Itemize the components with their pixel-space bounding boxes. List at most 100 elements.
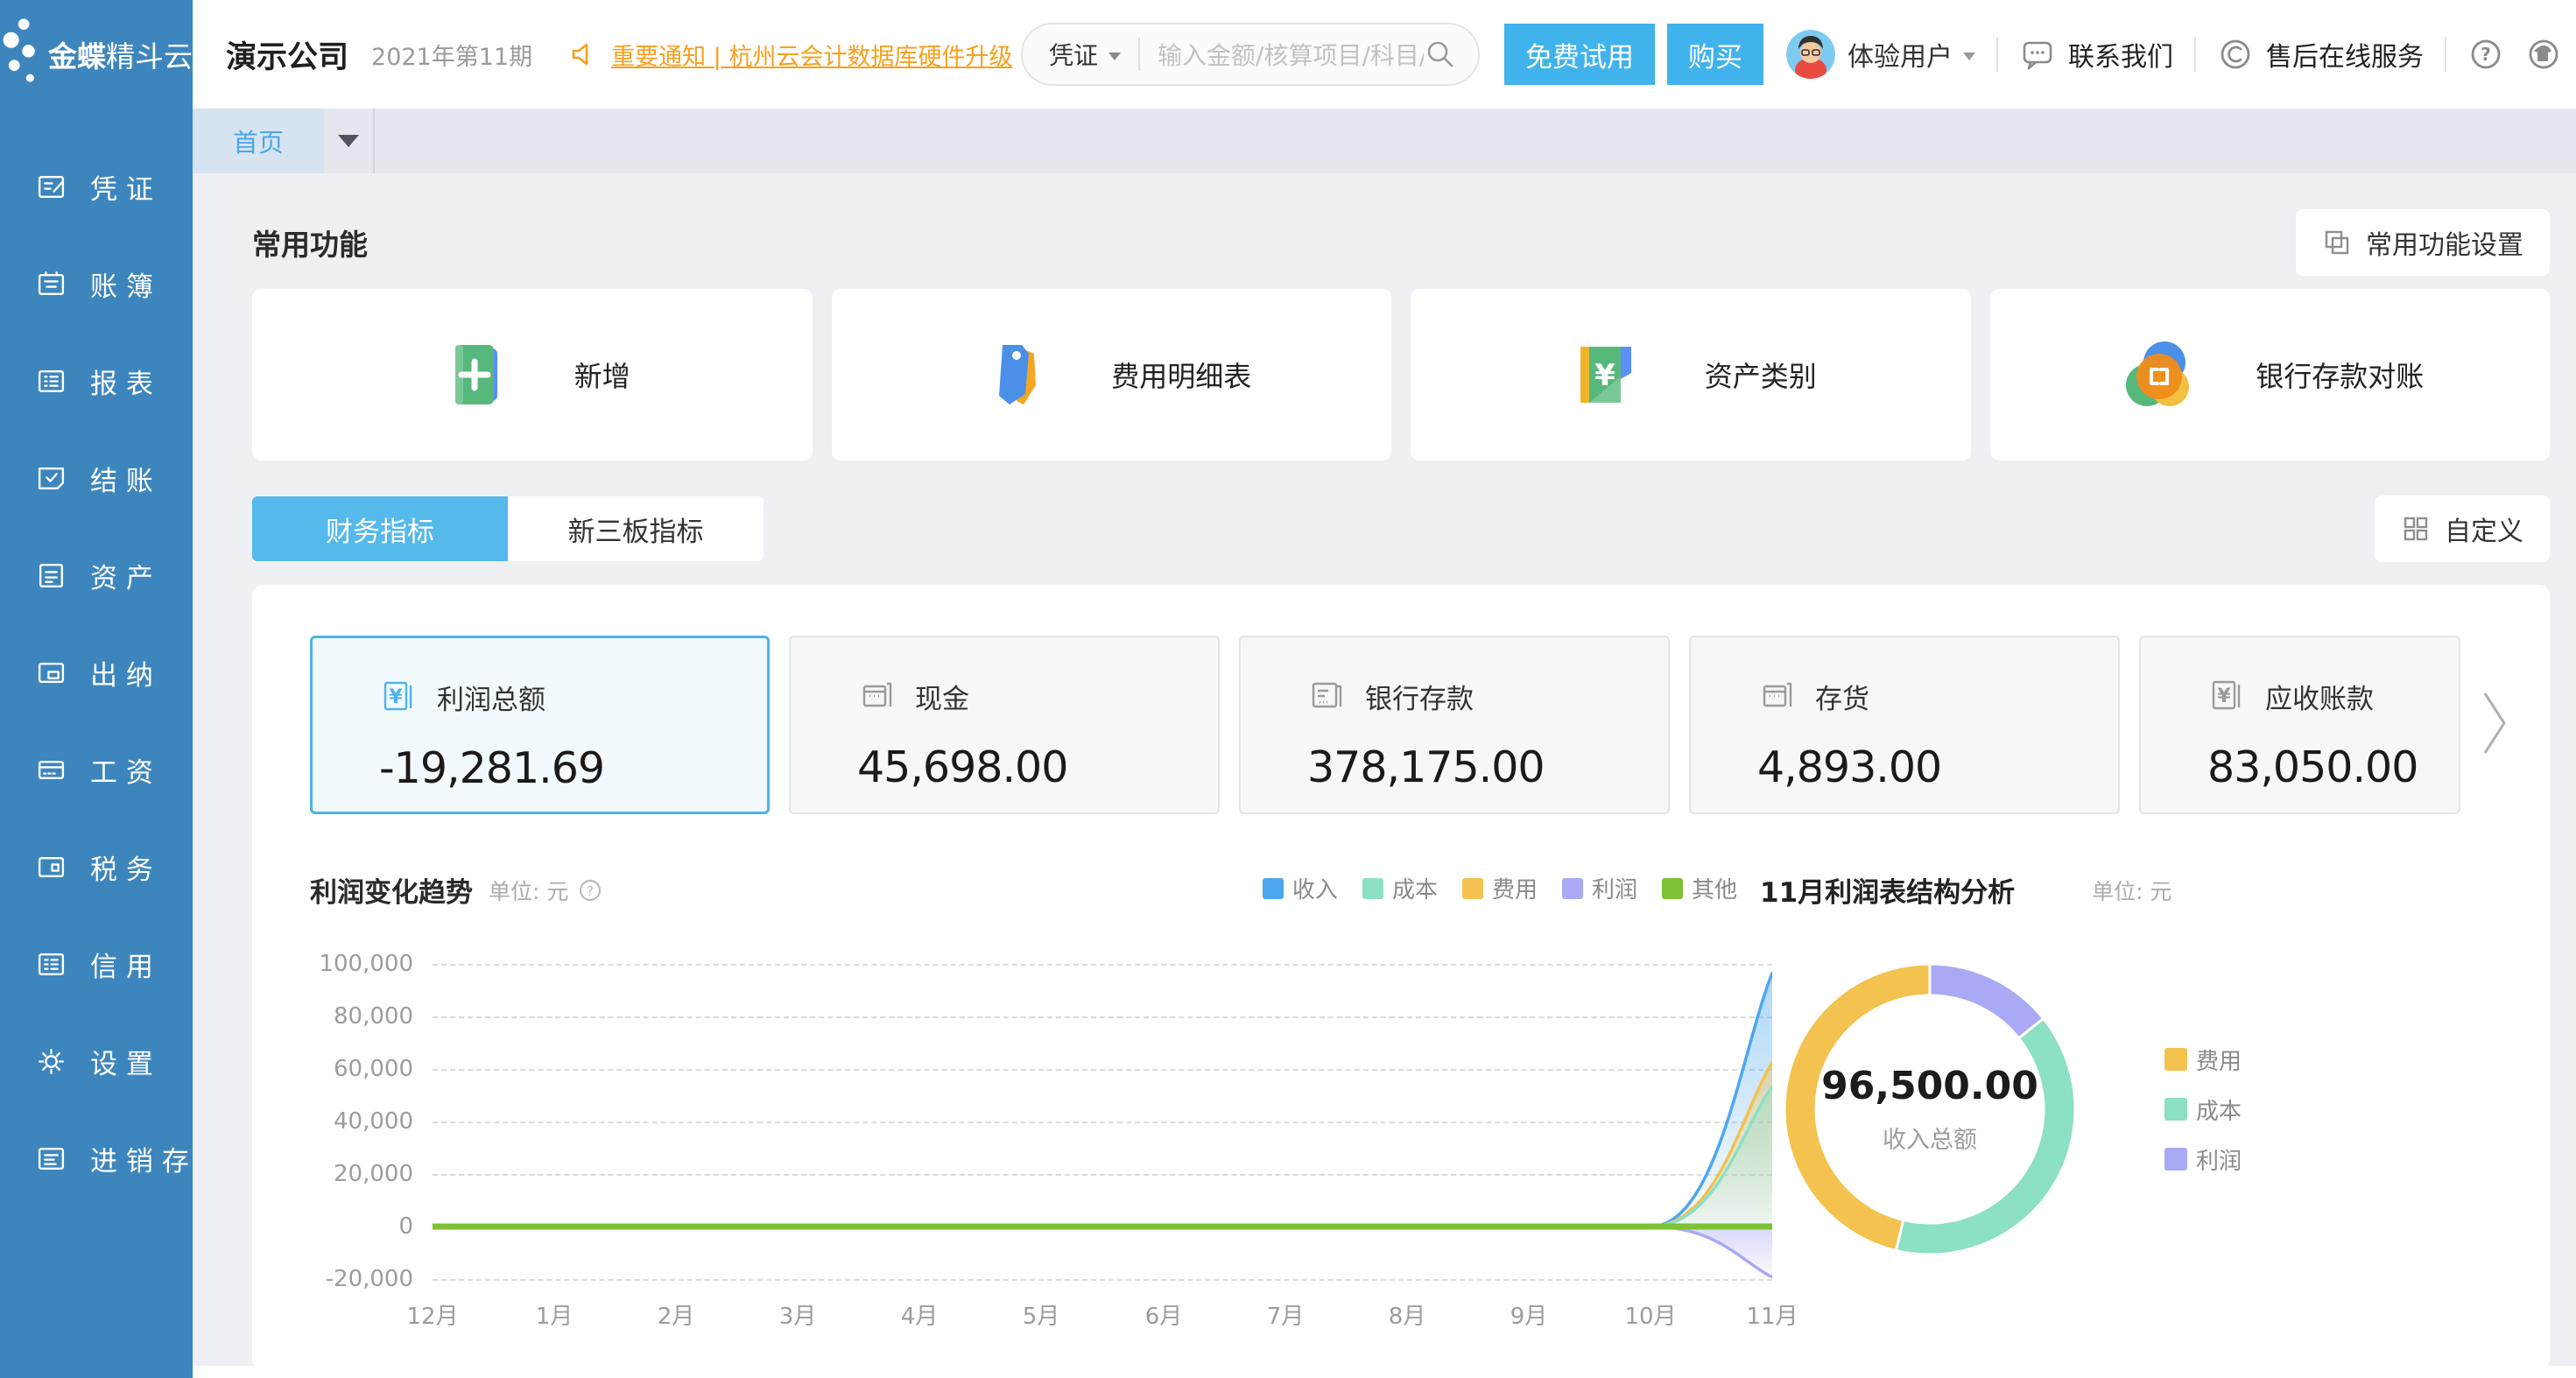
sidebar-item-closing[interactable]: 结账: [0, 430, 193, 527]
quick-card-label: 费用明细表: [1111, 355, 1251, 395]
bank-reconciliation-icon: [2115, 333, 2199, 417]
legend-swatch: [1263, 878, 1284, 899]
x-tick: 8月: [1389, 1298, 1426, 1331]
tab-home[interactable]: 首页: [193, 109, 324, 173]
quick-card-bank-reconciliation[interactable]: 银行存款对账: [1990, 289, 2551, 461]
x-tick: 12月: [406, 1298, 458, 1331]
metric-label: 现金: [915, 677, 969, 716]
sidebar-label: 凭证: [90, 167, 162, 207]
metric-card-bank-deposit[interactable]: 银行存款 378,175.00: [1239, 636, 1670, 814]
legend-expense[interactable]: 费用: [1462, 872, 1538, 904]
search-category-caret-icon: [1109, 53, 1121, 60]
tab-separator: [373, 109, 375, 173]
stock-box-icon: [1757, 676, 1798, 716]
metric-label: 存货: [1815, 677, 1869, 716]
cash-box-icon: [857, 676, 897, 716]
sidebar-item-settings[interactable]: 设置: [0, 1013, 193, 1110]
announcement-speaker-icon: [569, 39, 599, 69]
sidebar-label: 结账: [90, 459, 162, 498]
help-circle-icon[interactable]: ?: [577, 877, 603, 903]
sidebar-item-voucher[interactable]: 凭证: [0, 138, 193, 236]
tab-dropdown-button[interactable]: [324, 109, 373, 173]
search-category-select[interactable]: 凭证: [1049, 37, 1098, 72]
buy-button[interactable]: 购买: [1667, 24, 1763, 85]
contact-us[interactable]: 联系我们: [2019, 35, 2173, 74]
sidebar-item-tax[interactable]: 税务: [0, 819, 193, 916]
legend-profit[interactable]: 利润: [2164, 1143, 2242, 1176]
metric-value: 83,050.00: [2207, 742, 2459, 792]
tax-icon: [35, 851, 67, 883]
chat-bubble-icon: [2019, 36, 2056, 73]
metric-label: 银行存款: [1365, 677, 1474, 716]
profit-doc-icon: ¥: [379, 677, 419, 717]
quick-card-expense-detail[interactable]: 费用明细表: [832, 289, 1392, 461]
scroll-right-chevron[interactable]: [2481, 690, 2508, 756]
dashboard-content: 常用功能 常用功能设置 新增: [193, 173, 2576, 1378]
help-icon[interactable]: ?: [2467, 36, 2504, 73]
quick-card-new-voucher[interactable]: 新增: [252, 289, 813, 461]
legend-label: 其他: [1692, 872, 1737, 904]
legend-cost[interactable]: 成本: [1362, 872, 1438, 904]
metric-card-total-profit[interactable]: ¥ 利润总额 -19,281.69: [310, 636, 770, 814]
legend-label: 费用: [1492, 872, 1538, 904]
sidebar-item-asset[interactable]: 资产: [0, 527, 193, 624]
sidebar-item-inventory[interactable]: 进销存: [0, 1110, 193, 1207]
tab-financial-indicators[interactable]: 财务指标: [252, 496, 508, 561]
y-tick: 0: [310, 1213, 413, 1240]
sidebar-item-ledger[interactable]: 账簿: [0, 236, 193, 333]
ledger-icon: [35, 268, 67, 300]
legend-label: 利润: [1592, 872, 1637, 904]
x-tick: 5月: [1023, 1298, 1060, 1331]
sidebar-label: 信用: [90, 945, 162, 984]
headset-icon: [2217, 36, 2254, 73]
sidebar-label: 设置: [90, 1042, 162, 1081]
notice-link[interactable]: 重要通知 | 杭州云会计数据库硬件升级: [611, 38, 1012, 72]
legend-other[interactable]: 其他: [1662, 872, 1737, 904]
free-trial-button[interactable]: 免费试用: [1504, 24, 1655, 85]
quick-card-asset-category[interactable]: ¥ 资产类别: [1411, 289, 1971, 461]
trend-legend: 收入 成本 费用 利润 其他: [1263, 872, 1737, 904]
metric-card-receivables[interactable]: ¥ 应收账款 83,050.00: [2139, 636, 2460, 814]
brand-logo[interactable]: 金蝶精斗云: [0, 0, 193, 109]
sidebar-item-cashier[interactable]: 出纳: [0, 624, 193, 721]
metric-card-stock[interactable]: 存货 4,893.00: [1689, 636, 2120, 814]
global-search[interactable]: 凭证 输入金额/核算项目/科目/摘要: [1021, 23, 1480, 86]
search-icon[interactable]: [1424, 38, 1457, 71]
asset-icon: [35, 559, 67, 592]
metric-cards-row: ¥ 利润总额 -19,281.69 现金: [310, 636, 2509, 814]
username[interactable]: 体验用户: [1848, 35, 1953, 74]
tab-neeq-indicators[interactable]: 新三板指标: [508, 496, 764, 561]
user-menu-caret-icon[interactable]: [1963, 53, 1975, 60]
contact-us-label: 联系我们: [2068, 35, 2173, 74]
legend-swatch: [1462, 878, 1483, 899]
customize-button[interactable]: 自定义: [2375, 496, 2550, 562]
sidebar-item-report[interactable]: 报表: [0, 333, 193, 430]
quick-functions-settings-button[interactable]: 常用功能设置: [2296, 209, 2550, 276]
report-icon: [35, 365, 67, 397]
legend-profit[interactable]: 利润: [1562, 872, 1637, 904]
top-header: 演示公司 2021年第11期 重要通知 | 杭州云会计数据库硬件升级 凭证 输入…: [193, 0, 2576, 109]
quick-functions-settings-label: 常用功能设置: [2366, 223, 2523, 262]
legend-expense[interactable]: 费用: [2164, 1044, 2242, 1076]
sidebar-item-payroll[interactable]: 工资: [0, 721, 193, 819]
legend-income[interactable]: 收入: [1263, 872, 1338, 904]
avatar[interactable]: [1786, 30, 1835, 79]
inventory-icon: [35, 1142, 67, 1175]
bottom-scroll-strip[interactable]: [193, 1366, 2576, 1378]
sidebar-nav: 凭证 账簿 报表 结账 资产 出纳 工资 税务: [0, 109, 193, 1378]
app-window: 金蝶精斗云 演示公司 2021年第11期 重要通知 | 杭州云会计数据库硬件升级…: [0, 0, 2576, 1378]
svg-text:¥: ¥: [2217, 685, 2231, 707]
search-input[interactable]: 输入金额/核算项目/科目/摘要: [1158, 37, 1424, 72]
theme-skin-icon[interactable]: [2525, 36, 2562, 73]
sidebar-item-credit[interactable]: 信用: [0, 916, 193, 1013]
legend-cost[interactable]: 成本: [2164, 1093, 2242, 1126]
after-sales-service[interactable]: 售后在线服务: [2217, 35, 2424, 74]
sidebar-label: 资产: [90, 556, 162, 595]
metric-card-cash[interactable]: 现金 45,698.00: [789, 636, 1220, 814]
quick-card-label: 银行存款对账: [2256, 355, 2424, 395]
company-name[interactable]: 演示公司: [226, 32, 348, 77]
legend-swatch: [2164, 1148, 2187, 1171]
brand-name-bold: 金蝶: [48, 39, 106, 74]
sidebar-label: 报表: [90, 362, 162, 401]
quick-functions-title: 常用功能: [252, 221, 368, 264]
